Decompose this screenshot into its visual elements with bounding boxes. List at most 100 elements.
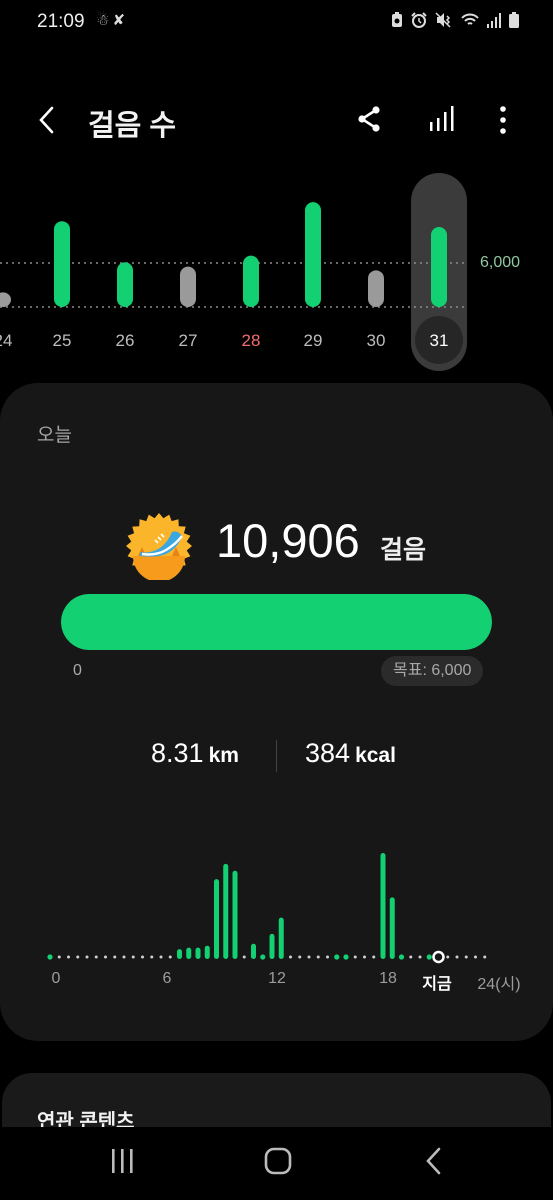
hour-dot-6 [104,955,107,959]
goal-target-pill[interactable]: 목표: 6,000 [381,656,484,686]
hour-bar-36 [380,853,386,959]
battery-icon [509,12,519,28]
app-bar: 걸음 수 [0,92,553,148]
hour-dot-47 [483,955,487,959]
hour-dot-4 [85,955,89,959]
hour-dot-45 [464,955,468,959]
more-options-button[interactable] [490,104,516,136]
day-bar-30 [368,270,384,307]
day-bar-25 [54,221,70,307]
status-time: 21:09 [37,11,85,32]
day-bar-26 [117,262,133,307]
metrics-row: 8.31 km 384 kcal [0,738,553,778]
step-unit: 걸음 [380,536,427,564]
hour-dot-30 [326,955,329,959]
hour-dot-29 [316,955,320,959]
chevron-left-icon [39,106,54,134]
steps-summary: 10,906 걸음 [0,508,553,580]
share-icon [358,106,380,132]
hour-bar-20 [232,870,238,959]
hour-dot-2 [67,955,70,959]
hour-dot-11 [150,955,154,959]
notification-app-icon: ☃ [96,12,113,29]
recent-apps-button[interactable] [106,1147,138,1175]
wifi-icon [461,13,479,25]
system-nav-bar [0,1127,553,1200]
day-label-30: 30 [367,331,386,350]
hour-dot-35 [372,955,376,959]
back-button[interactable] [30,100,64,140]
no-sim-call-icon: ✘ [112,12,129,29]
calories-unit: kcal [355,744,396,767]
battery-saver-icon [392,12,402,27]
hour-dot-26 [289,955,292,959]
hour-bar-15 [186,947,192,959]
hour-dot-5 [94,955,98,959]
hour-dot-12 [159,955,163,959]
now-marker [432,950,445,964]
home-icon [264,1147,292,1175]
day-label-28: 28 [242,331,261,350]
today-card: 오늘 10,906 걸음 0 목표: 6,000 8.31 km 384 kcal … [0,383,553,1041]
hour-tick-18: 18 [379,970,397,987]
weekly-chart-svg: 24 25 26 27 28 29 30 31 [0,173,467,371]
hour-tick-24: 24(시) [477,976,521,993]
back-icon [426,1147,441,1175]
hour-dot-9 [131,955,135,959]
bar-chart-icon [430,106,454,131]
recent-apps-icon [112,1149,133,1173]
hour-bar-17 [204,945,210,959]
page-title: 걸음 수 [88,110,177,142]
day-label-31: 31 [430,331,449,350]
share-button[interactable] [355,104,385,134]
hour-tick-now: 지금 [422,976,452,993]
day-label-26: 26 [116,331,135,350]
hourly-steps-chart: 0 6 12 18 지금 24(시) [0,823,553,1003]
status-bar: 21:09 ☃✘ [0,0,553,48]
hour-dot-34 [363,955,366,959]
related-content-card[interactable]: 연관 콘텐츠 [2,1073,551,1127]
day-bar-27 [180,266,196,307]
stats-button[interactable] [426,104,458,134]
hour-dot-8 [122,955,126,959]
weekly-steps-chart: 24 25 26 27 28 29 30 31 6,000 [0,165,553,375]
hour-bar-37 [389,897,395,959]
hour-dot-44 [455,955,459,959]
hour-bar-25 [278,917,284,959]
calories-metric: 384 kcal [305,738,396,769]
hour-dot-13 [168,955,172,959]
hourly-chart-svg [47,853,487,964]
hour-dot-10 [141,955,144,959]
distance-metric: 8.31 km [151,738,239,769]
hour-dot-active-38 [398,954,405,960]
more-vert-icon [500,106,506,134]
day-bar-29 [305,202,321,307]
hour-dot-27 [298,955,302,959]
home-button[interactable] [262,1145,294,1177]
day-bar-28 [243,255,259,307]
hour-bar-14 [177,949,182,959]
hour-bar-18 [214,879,219,959]
hour-dot-46 [474,955,477,959]
hour-dot-43 [446,955,450,959]
metric-divider [276,740,277,772]
hour-dot-40 [418,955,422,959]
goal-progress-bar [61,594,492,650]
hour-dot-3 [76,955,80,959]
distance-unit: km [208,744,239,767]
hour-dot-active-31 [334,954,340,960]
hour-dot-28 [307,955,311,959]
hour-tick-0: 0 [51,970,61,987]
hour-dot-21 [242,955,246,959]
today-label: 오늘 [37,425,72,446]
day-bar-31 [431,227,447,307]
day-bar-24 [0,292,11,307]
system-back-button[interactable] [420,1145,448,1177]
day-label-27: 27 [179,331,198,350]
hour-bar-16 [195,947,201,959]
hour-dot-7 [113,955,117,959]
status-right-icons [391,12,519,28]
goal-line-label: 6,000 [480,254,521,271]
hour-tick-6: 6 [162,970,172,987]
signal-icon [487,13,501,28]
